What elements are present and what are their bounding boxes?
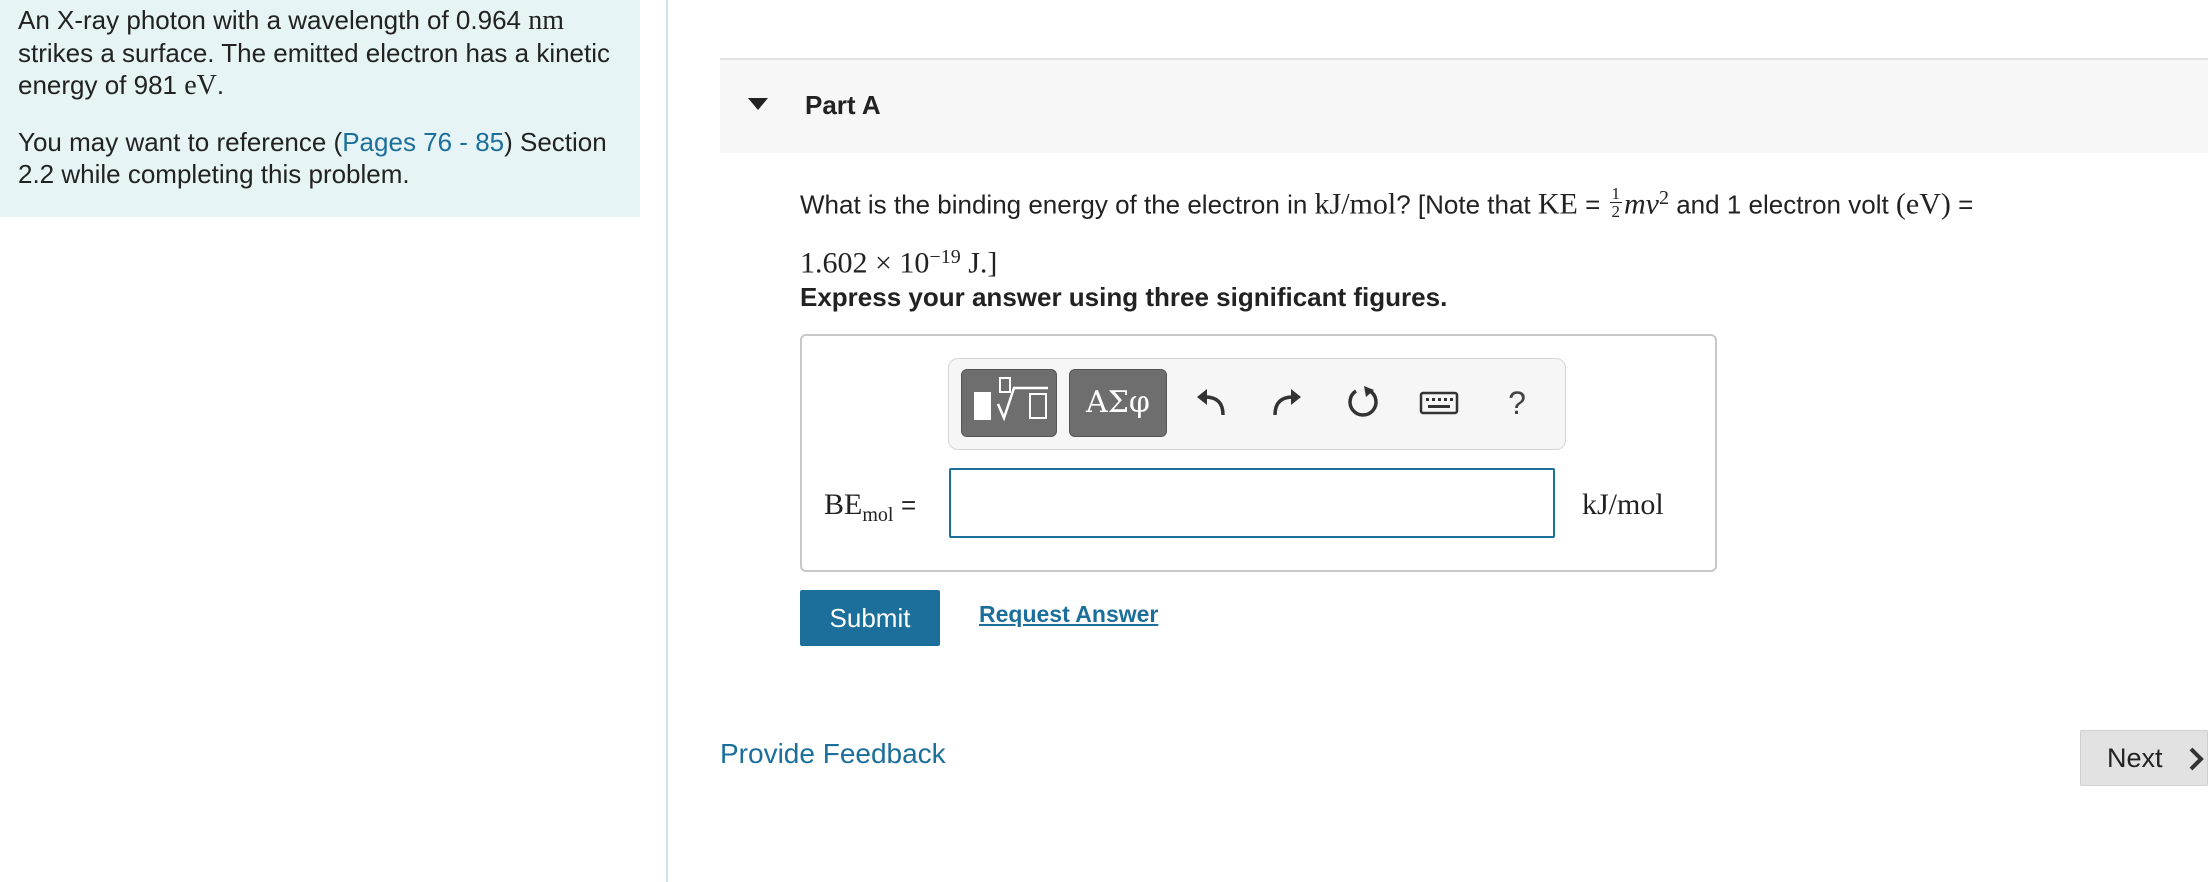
instruction-text: Express your answer using three signific… [800, 282, 1448, 312]
symbols-button[interactable]: ΑΣφ [1069, 369, 1167, 437]
templates-button[interactable] [961, 369, 1057, 437]
provide-feedback-link[interactable]: Provide Feedback [720, 738, 946, 770]
redo-icon[interactable] [1263, 379, 1311, 427]
collapse-caret-icon[interactable] [748, 98, 768, 110]
answer-label-subscript: mol [862, 504, 894, 526]
problem-text-part: strikes a surface. The emitted electron … [18, 38, 611, 100]
ev-value-unit: J.] [960, 246, 998, 280]
reference-prefix: You may want to reference ( [18, 127, 343, 157]
fraction-numerator: 1 [1609, 184, 1623, 204]
question-text: What is the binding energy of the electr… [800, 172, 2100, 289]
answer-equals: = [900, 490, 917, 520]
question-part: What is the binding energy of the electr… [800, 189, 1315, 220]
chevron-right-icon [2189, 747, 2204, 771]
equals-sign: = [1577, 189, 1608, 220]
problem-text-part: An X-ray photon with a wavelength of 0.9… [18, 5, 529, 35]
answer-label: BEmol = [824, 488, 916, 527]
answer-input[interactable] [949, 468, 1555, 538]
problem-text: An X-ray photon with a wavelength of 0.9… [18, 4, 628, 102]
problem-text-part: . [216, 70, 225, 100]
answer-label-main: BE [824, 488, 863, 521]
reset-icon[interactable] [1339, 379, 1387, 427]
mv-symbol: mv [1624, 187, 1659, 221]
undo-icon[interactable] [1187, 379, 1235, 427]
ev-value-exponent: −19 [929, 245, 961, 268]
help-icon[interactable]: ? [1493, 379, 1541, 427]
request-answer-link[interactable]: Request Answer [979, 601, 1158, 628]
ev-value: 1.602 × 10 [800, 246, 930, 280]
wavelength-unit: nm [528, 5, 564, 36]
energy-unit: eV [184, 70, 217, 101]
ev-symbol: (eV) [1895, 187, 1951, 221]
next-button[interactable]: Next [2080, 730, 2208, 786]
part-a-header[interactable]: Part A [720, 58, 2208, 153]
problem-statement-panel: An X-ray photon with a wavelength of 0.9… [0, 0, 640, 217]
reference-text: You may want to reference (Pages 76 - 85… [18, 126, 628, 190]
question-part: = [1950, 189, 1974, 220]
math-toolbar: ΑΣφ ? [948, 358, 1566, 450]
mv-exponent: 2 [1659, 187, 1669, 209]
submit-button[interactable]: Submit [800, 590, 940, 646]
keyboard-icon[interactable] [1415, 379, 1463, 427]
answer-box: ΑΣφ ? BEmol = kJ/mol [800, 334, 1717, 572]
fraction-denominator: 2 [1611, 202, 1621, 222]
reference-pages-link[interactable]: Pages 76 - 85 [342, 127, 504, 157]
question-part: ? [Note that [1396, 189, 1538, 220]
templates-icon [974, 377, 1048, 422]
next-label: Next [2107, 742, 2163, 773]
ke-symbol: KE [1537, 187, 1578, 221]
question-unit: kJ/mol [1314, 187, 1397, 221]
part-title: Part A [805, 90, 881, 120]
panel-divider [666, 0, 668, 882]
one-half-fraction: 12 [1609, 184, 1623, 222]
answer-unit: kJ/mol [1582, 488, 1664, 521]
question-part: and 1 electron volt [1669, 189, 1896, 220]
